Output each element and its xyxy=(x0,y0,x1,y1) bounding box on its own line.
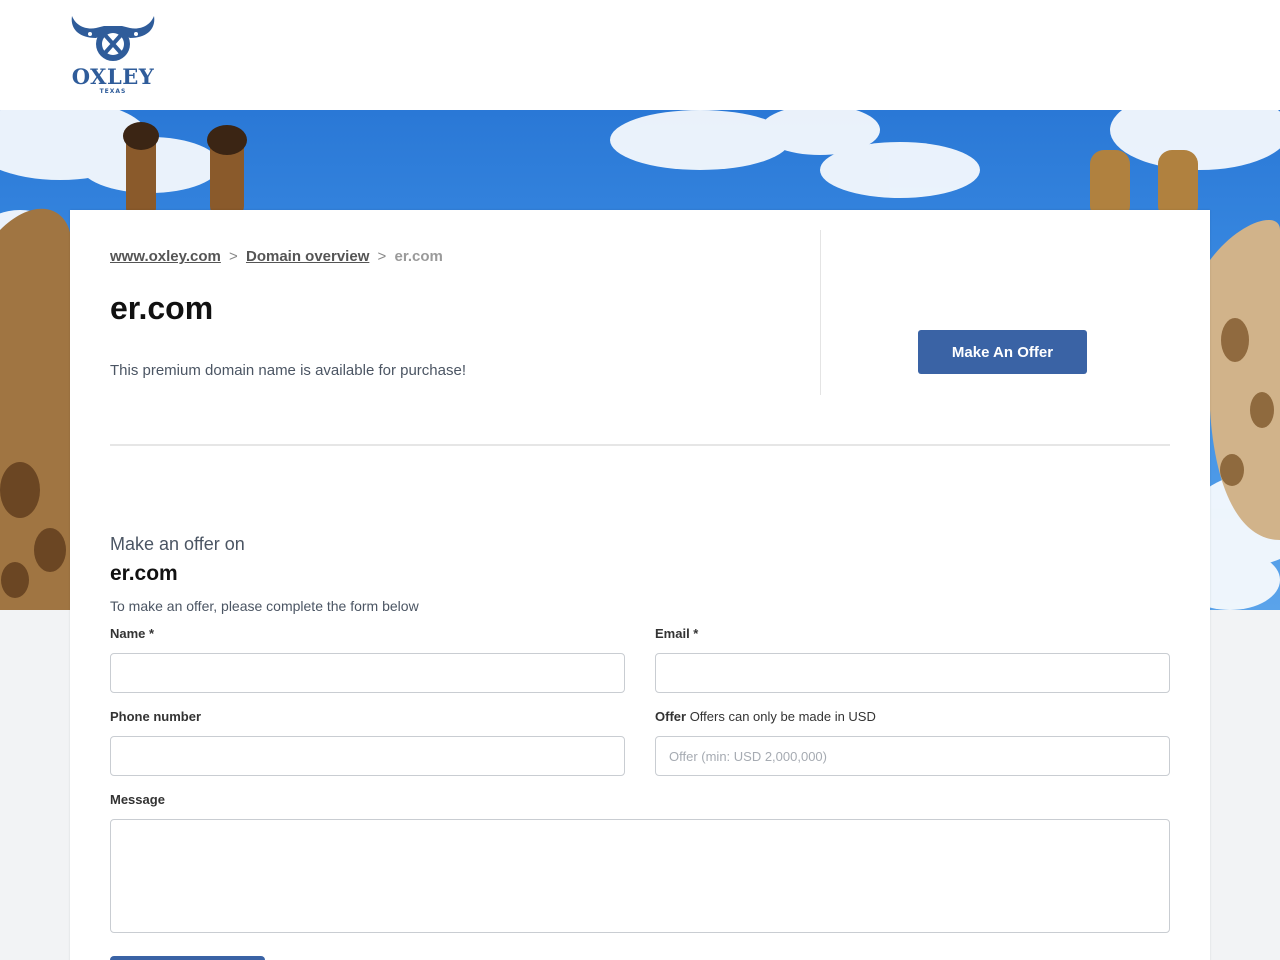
email-input[interactable] xyxy=(655,653,1170,693)
offer-amount-input[interactable] xyxy=(655,736,1170,776)
breadcrumb-overview-link[interactable]: Domain overview xyxy=(246,248,369,265)
email-label: Email * xyxy=(655,626,699,641)
domain-card: www.oxley.com > Domain overview > er.com… xyxy=(70,210,1210,960)
name-input[interactable] xyxy=(110,653,625,693)
breadcrumb-separator: > xyxy=(229,248,238,265)
breadcrumb-current: er.com xyxy=(394,248,443,265)
offer-label-text: Offer xyxy=(655,709,687,724)
longhorn-logo-icon xyxy=(71,16,155,61)
logo-subtitle: TEXAS xyxy=(99,88,127,95)
oxley-logo[interactable]: OXLEY TEXAS xyxy=(68,14,158,98)
breadcrumb: www.oxley.com > Domain overview > er.com xyxy=(110,248,443,265)
logo-wordmark: OXLEY xyxy=(71,64,155,89)
offer-instructions: To make an offer, please complete the fo… xyxy=(110,598,419,614)
name-label: Name * xyxy=(110,626,155,641)
message-label: Message xyxy=(110,792,165,807)
phone-label: Phone number xyxy=(110,709,202,724)
page-title: er.com xyxy=(110,290,214,326)
offer-currency-note: Offers can only be made in USD xyxy=(689,709,876,724)
breadcrumb-separator: > xyxy=(377,248,387,265)
message-textarea[interactable] xyxy=(110,819,1170,933)
availability-text: This premium domain name is available fo… xyxy=(110,362,466,379)
top-header: OXLEY TEXAS xyxy=(0,0,1280,110)
section-divider xyxy=(110,444,1170,446)
make-offer-button[interactable]: Make An Offer xyxy=(918,330,1087,374)
submit-offer-button[interactable] xyxy=(110,956,265,960)
phone-input[interactable] xyxy=(110,736,625,776)
vertical-divider xyxy=(820,230,821,395)
offer-heading: Make an offer on xyxy=(110,534,245,554)
offer-domain-name: er.com xyxy=(110,562,178,585)
breadcrumb-home-link[interactable]: www.oxley.com xyxy=(110,248,221,265)
offer-label: Offer Offers can only be made in USD xyxy=(655,709,876,724)
